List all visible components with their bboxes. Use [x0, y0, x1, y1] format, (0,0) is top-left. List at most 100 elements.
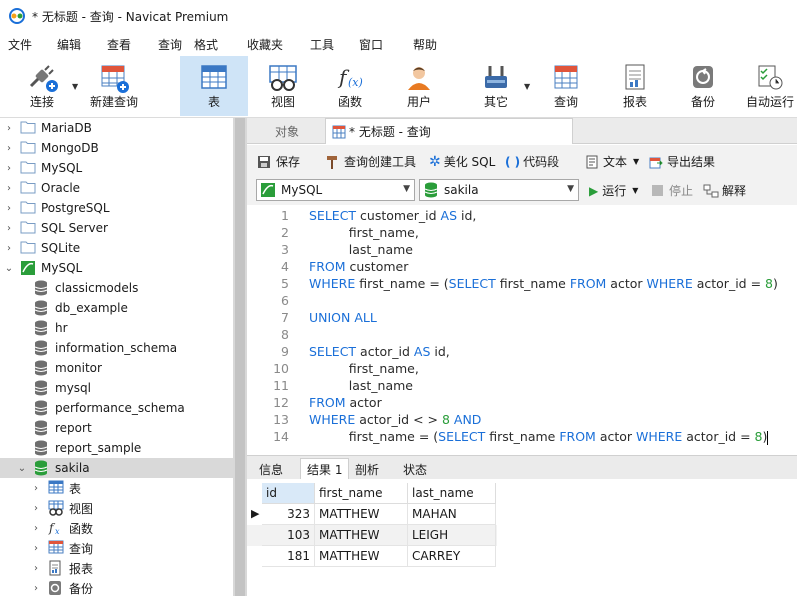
tree-database-report[interactable]: report — [0, 418, 233, 438]
toolbar-backup-button[interactable]: 备份 — [676, 56, 730, 116]
column-header-first-name[interactable]: first_name — [315, 483, 408, 504]
code-line[interactable]: WHERE actor_id < > 8 AND — [309, 412, 481, 427]
tree-database-monitor[interactable]: monitor — [0, 358, 233, 378]
tree-database-hr[interactable]: hr — [0, 318, 233, 338]
chevron-down-icon[interactable]: ⌄ — [17, 463, 27, 474]
menu-file[interactable]: 文件 — [8, 36, 32, 53]
toolbar-view-button[interactable]: 视图 — [254, 56, 312, 116]
table-cell[interactable]: MATTHEW — [315, 546, 408, 567]
code-line[interactable]: first_name = (SELECT first_name FROM act… — [309, 429, 769, 445]
tree-database-performance-schema[interactable]: performance_schema — [0, 398, 233, 418]
sidebar-scrollbar[interactable] — [233, 118, 247, 596]
code-snippet-button[interactable]: ( ) 代码段 — [505, 153, 559, 170]
tab-info[interactable]: 信息 — [253, 458, 289, 480]
code-line[interactable]: FROM actor — [309, 395, 382, 410]
tab-objects[interactable]: 对象 — [247, 118, 327, 144]
toolbar-others-button[interactable]: ▼ 其它 — [466, 56, 530, 116]
tree-node-table[interactable]: › 表 — [0, 478, 233, 498]
explain-button[interactable]: 解释 — [703, 182, 746, 199]
code-line[interactable]: first_name, — [309, 225, 419, 240]
code-line[interactable]: first_name, — [309, 361, 419, 376]
connection-select[interactable]: MySQL ▼ — [256, 179, 415, 201]
chevron-right-icon[interactable]: › — [4, 203, 14, 214]
tree-connection-oracle[interactable]: › Oracle — [0, 178, 233, 198]
menu-format[interactable]: 格式 — [194, 36, 218, 53]
column-header-last-name[interactable]: last_name — [408, 483, 496, 504]
table-row[interactable]: ▶ 323 MATTHEW MAHAN — [247, 504, 497, 525]
stop-button[interactable]: 停止 — [652, 182, 693, 199]
toolbar-automation-button[interactable]: 自动运行 — [740, 56, 797, 116]
table-cell[interactable]: 323 — [262, 504, 315, 525]
chevron-right-icon[interactable]: › — [4, 143, 14, 154]
tab-query[interactable]: * 无标题 - 查询 — [325, 118, 573, 144]
table-cell[interactable]: CARREY — [408, 546, 496, 567]
result-grid[interactable]: id first_name last_name ▶ 323 MATTHEW MAHAN… — [247, 479, 797, 596]
tab-result-1[interactable]: 结果 1 — [300, 458, 350, 480]
tree-connection-mysql-open[interactable]: ⌄ MySQL — [0, 258, 233, 278]
code-line[interactable]: last_name — [309, 378, 413, 393]
chevron-down-icon[interactable]: ▼ — [524, 82, 530, 91]
table-cell[interactable]: MATTHEW — [315, 504, 408, 525]
menu-view[interactable]: 查看 — [107, 36, 131, 53]
tree-connection-sql-server[interactable]: › SQL Server — [0, 218, 233, 238]
tree-node-report[interactable]: › 报表 — [0, 558, 233, 578]
code-line[interactable]: FROM customer — [309, 259, 408, 274]
toolbar-user-button[interactable]: 用户 — [392, 56, 446, 116]
beautify-sql-button[interactable]: ✲ 美化 SQL — [429, 153, 495, 170]
tree-connection-mysql[interactable]: › MySQL — [0, 158, 233, 178]
tree-database-sakila[interactable]: ⌄ sakila — [0, 458, 233, 478]
tab-status[interactable]: 状态 — [397, 458, 433, 480]
table-cell[interactable]: LEIGH — [408, 525, 496, 546]
chevron-right-icon[interactable]: › — [4, 223, 14, 234]
chevron-down-icon[interactable]: ▼ — [633, 157, 639, 166]
menu-favorites[interactable]: 收藏夹 — [247, 36, 283, 53]
toolbar-new-query-button[interactable]: 新建查询 — [84, 56, 144, 116]
tree-connection-mariadb[interactable]: › MariaDB — [0, 118, 233, 138]
table-cell[interactable]: 181 — [262, 546, 315, 567]
table-cell[interactable]: MAHAN — [408, 504, 496, 525]
toolbar-table-button[interactable]: 表 — [180, 56, 248, 116]
database-select[interactable]: sakila ▼ — [419, 179, 579, 201]
tree-database-db-example[interactable]: db_example — [0, 298, 233, 318]
chevron-right-icon[interactable]: › — [31, 523, 41, 534]
menu-help[interactable]: 帮助 — [413, 36, 437, 53]
tree-connection-postgresql[interactable]: › PostgreSQL — [0, 198, 233, 218]
tree-node-function[interactable]: › f x 函数 — [0, 518, 233, 538]
chevron-right-icon[interactable]: › — [4, 183, 14, 194]
code-line[interactable]: SELECT customer_id AS id, — [309, 208, 476, 223]
table-row[interactable]: 103 MATTHEW LEIGH — [247, 525, 497, 546]
chevron-right-icon[interactable]: › — [31, 583, 41, 594]
text-button[interactable]: 文本 ▼ — [585, 153, 639, 170]
toolbar-query-button[interactable]: 查询 — [538, 56, 594, 116]
code-line[interactable]: SELECT actor_id AS id, — [309, 344, 450, 359]
toolbar-function-button[interactable]: f (x) 函数 — [322, 56, 378, 116]
chevron-down-icon[interactable]: ▼ — [632, 186, 638, 195]
tree-database-classicmodels[interactable]: classicmodels — [0, 278, 233, 298]
scrollbar-thumb[interactable] — [235, 118, 245, 596]
tree-node-query[interactable]: › 查询 — [0, 538, 233, 558]
code-line[interactable]: last_name — [309, 242, 413, 257]
menu-tools[interactable]: 工具 — [310, 36, 334, 53]
chevron-right-icon[interactable]: › — [4, 243, 14, 254]
table-cell[interactable]: MATTHEW — [315, 525, 408, 546]
tree-node-view[interactable]: › 视图 — [0, 498, 233, 518]
menu-query[interactable]: 查询 — [158, 36, 182, 53]
chevron-right-icon[interactable]: › — [31, 563, 41, 574]
export-results-button[interactable]: 导出结果 — [649, 153, 715, 170]
chevron-down-icon[interactable]: ⌄ — [4, 263, 14, 274]
toolbar-report-button[interactable]: 报表 — [608, 56, 662, 116]
tree-connection-mongodb[interactable]: › MongoDB — [0, 138, 233, 158]
menu-window[interactable]: 窗口 — [359, 36, 383, 53]
run-button[interactable]: ▶ 运行 ▼ — [589, 182, 638, 199]
chevron-right-icon[interactable]: › — [31, 543, 41, 554]
tab-profile[interactable]: 剖析 — [349, 458, 385, 480]
tree-connection-sqlite[interactable]: › SQLite — [0, 238, 233, 258]
tree-database-report-sample[interactable]: report_sample — [0, 438, 233, 458]
toolbar-connection-button[interactable]: ▼ 连接 — [10, 56, 78, 116]
chevron-down-icon[interactable]: ▼ — [72, 82, 78, 91]
column-header-id[interactable]: id — [262, 483, 315, 504]
code-line[interactable]: UNION ALL — [309, 310, 377, 325]
chevron-right-icon[interactable]: › — [31, 503, 41, 514]
query-builder-button[interactable]: 查询创建工具 — [325, 153, 416, 170]
chevron-right-icon[interactable]: › — [4, 163, 14, 174]
